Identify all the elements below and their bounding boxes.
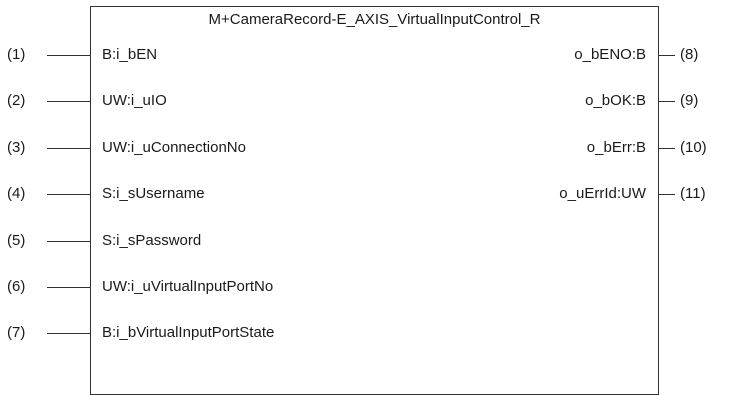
output-lead-line — [659, 194, 675, 195]
input-number: (6) — [7, 278, 26, 295]
input-label: UW:i_uVirtualInputPortNo — [102, 278, 274, 295]
input-lead-line — [47, 287, 90, 288]
input-lead-line — [47, 101, 90, 102]
input-label: S:i_sUsername — [102, 185, 205, 202]
output-label: o_bOK:B — [585, 92, 646, 109]
input-lead-line — [47, 55, 90, 56]
input-label: UW:i_uIO — [102, 92, 167, 109]
input-label: UW:i_uConnectionNo — [102, 139, 246, 156]
input-lead-line — [47, 148, 90, 149]
input-number: (7) — [7, 324, 26, 341]
output-lead-line — [659, 101, 675, 102]
input-label: S:i_sPassword — [102, 232, 202, 249]
output-label: o_bENO:B — [574, 46, 646, 63]
output-number: (8) — [680, 46, 699, 63]
input-label: B:i_bVirtualInputPortState — [102, 324, 275, 341]
output-lead-line — [659, 55, 675, 56]
input-number: (4) — [7, 185, 26, 202]
function-block-title: M+CameraRecord-E_AXIS_VirtualInputContro… — [208, 11, 541, 28]
output-label: o_uErrId:UW — [559, 185, 646, 202]
output-label: o_bErr:B — [586, 139, 646, 156]
output-lead-line — [659, 148, 675, 149]
input-lead-line — [47, 194, 90, 195]
input-number: (5) — [7, 232, 26, 249]
output-number: (10) — [680, 139, 707, 156]
output-number: (9) — [680, 92, 699, 109]
input-number: (3) — [7, 139, 26, 156]
input-number: (2) — [7, 92, 26, 109]
input-lead-line — [47, 333, 90, 334]
input-number: (1) — [7, 46, 26, 63]
input-label: B:i_bEN — [102, 46, 158, 63]
input-lead-line — [47, 241, 90, 242]
output-number: (11) — [680, 185, 706, 202]
